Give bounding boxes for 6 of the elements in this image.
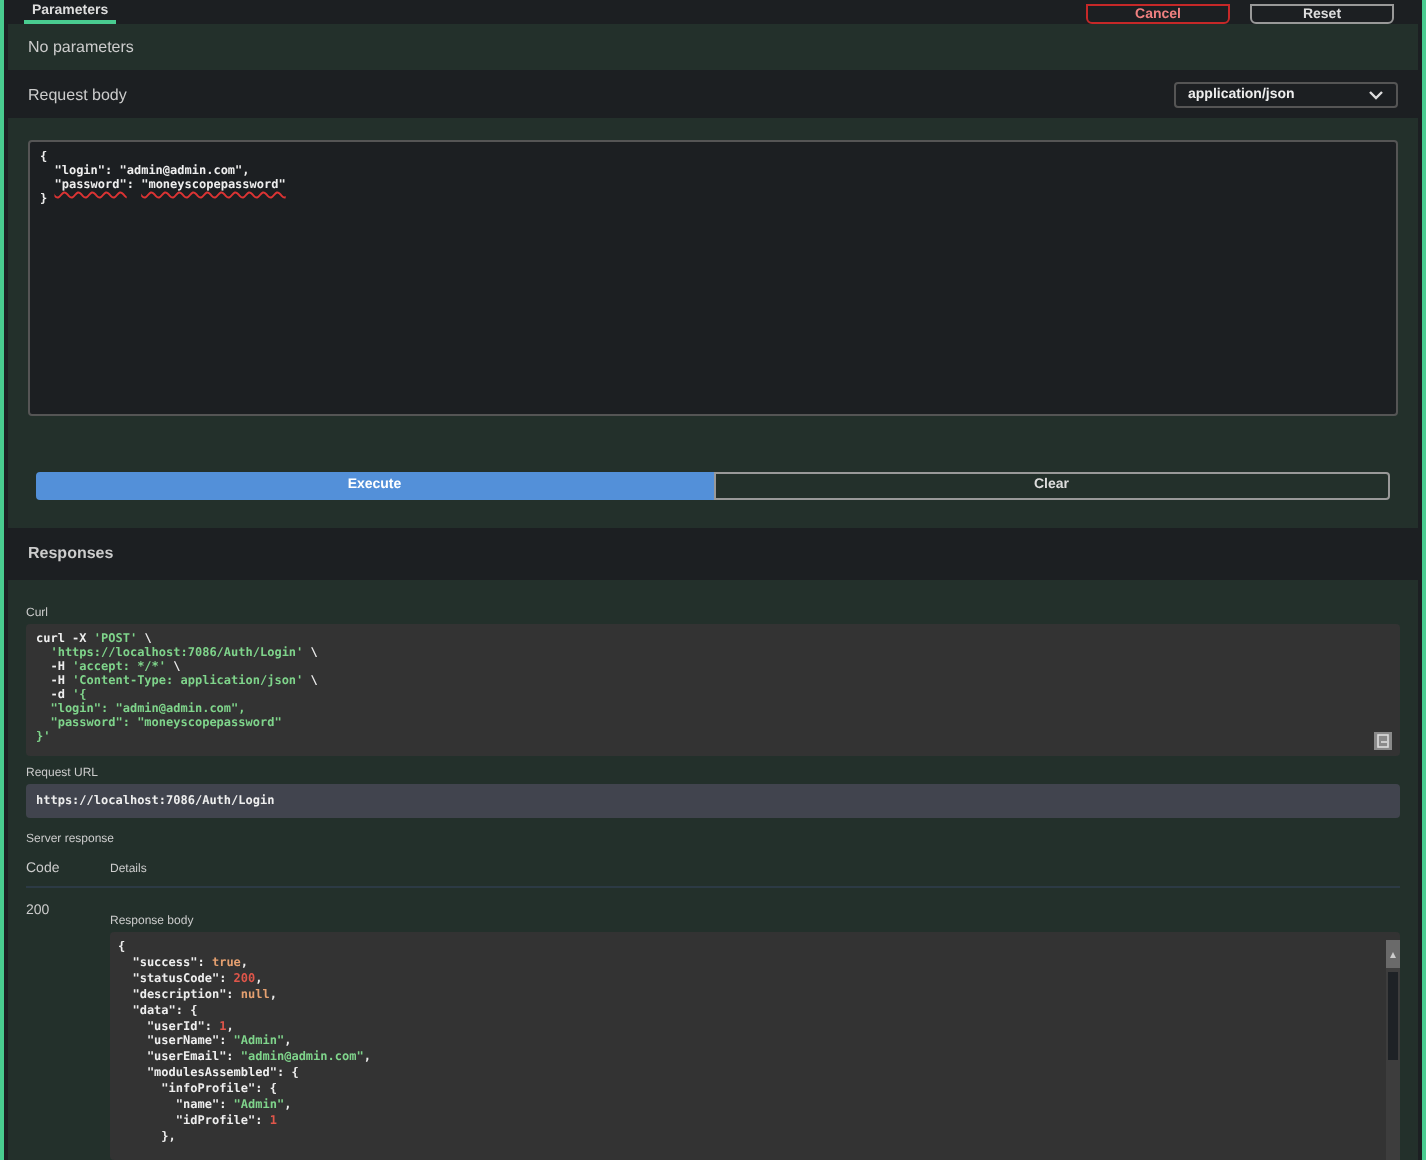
- responses-heading: Responses: [28, 544, 114, 563]
- copy-icon[interactable]: [1374, 731, 1392, 750]
- no-parameters-text: No parameters: [28, 38, 134, 57]
- chevron-down-icon: [1368, 89, 1384, 100]
- scrollbar-drawing[interactable]: [1386, 939, 1400, 1160]
- request-body-label: Request body: [28, 85, 127, 104]
